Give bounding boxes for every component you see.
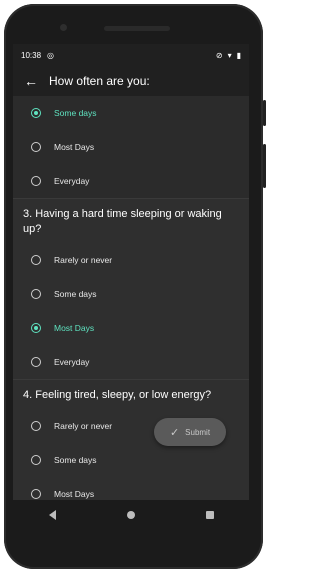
radio-option[interactable]: Most Days — [13, 311, 249, 345]
option-label: Some days — [54, 108, 97, 118]
question-3-title: 3. Having a hard time sleeping or waking… — [23, 208, 222, 235]
status-icons: ⊘ ▾ ▮ — [216, 51, 241, 60]
radio-option[interactable]: Most Days — [13, 130, 249, 164]
question-4-title: 4. Feeling tired, sleepy, or low energy? — [23, 389, 212, 401]
option-label: Some days — [54, 455, 97, 465]
radio-button[interactable] — [31, 142, 41, 152]
radio-option[interactable]: Most Days — [13, 477, 249, 500]
option-label: Most Days — [54, 489, 95, 499]
app-notification-icon: ◎ — [47, 50, 55, 60]
status-bar: 10:38 ◎ ⊘ ▾ ▮ — [13, 44, 249, 66]
radio-option[interactable]: Some days — [13, 277, 249, 311]
power-button — [263, 100, 266, 126]
radio-option[interactable]: Some days — [13, 96, 249, 130]
radio-option[interactable]: Everyday — [13, 164, 249, 198]
radio-option[interactable]: Some days — [13, 443, 249, 477]
battery-icon: ▮ — [236, 50, 241, 60]
radio-button-selected[interactable] — [31, 108, 41, 118]
option-label: Some days — [54, 289, 97, 299]
radio-button[interactable] — [31, 357, 41, 367]
wifi-icon: ▾ — [227, 50, 232, 60]
nav-recents-icon[interactable] — [205, 511, 214, 519]
volume-button — [263, 144, 266, 188]
option-label: Rarely or never — [54, 421, 113, 431]
option-label: Rarely or never — [54, 255, 113, 265]
nav-back-icon[interactable] — [48, 510, 56, 520]
option-label: Most Days — [54, 142, 95, 152]
option-label: Everyday — [54, 176, 90, 186]
radio-button[interactable] — [31, 255, 41, 265]
radio-option[interactable]: Rarely or never — [13, 243, 249, 277]
status-time: 10:38 — [21, 50, 42, 60]
page-title: How often are you: — [49, 74, 150, 88]
nav-home-icon[interactable] — [126, 511, 135, 519]
submit-label: Submit — [185, 427, 211, 437]
radio-button[interactable] — [31, 289, 41, 299]
radio-button[interactable] — [31, 176, 41, 186]
front-camera — [60, 24, 67, 31]
back-arrow-icon[interactable]: ← — [13, 73, 49, 89]
option-label: Everyday — [54, 357, 90, 367]
question-2-options: Some days Most Days Everyday — [13, 96, 249, 198]
system-nav-bar — [13, 500, 249, 530]
radio-option[interactable]: Everyday — [13, 345, 249, 379]
radio-button[interactable] — [31, 489, 41, 499]
app-bar: ← How often are you: — [13, 66, 249, 96]
submit-button[interactable]: ✓ Submit — [154, 418, 226, 446]
option-label: Most Days — [54, 323, 95, 333]
earpiece-speaker — [104, 26, 170, 31]
radio-button[interactable] — [31, 455, 41, 465]
radio-button-selected[interactable] — [31, 323, 41, 333]
check-icon: ✓ — [169, 426, 180, 439]
mute-icon: ⊘ — [215, 50, 223, 60]
radio-button[interactable] — [31, 421, 41, 431]
